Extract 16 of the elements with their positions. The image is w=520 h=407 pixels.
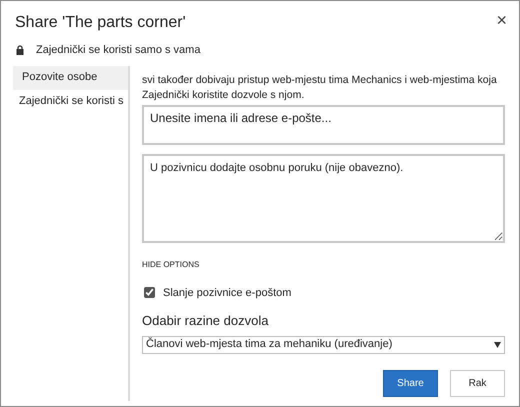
- dropdown-arrow-icon: [494, 342, 501, 348]
- lock-icon: [16, 45, 24, 56]
- permission-label: Odabir razine dozvola: [142, 312, 270, 330]
- checkbox-label: Slanje pozivnice e-poštom: [163, 286, 292, 300]
- cancel-button[interactable]: Rak: [450, 370, 505, 396]
- message-field[interactable]: U pozivnicu dodajte osobnu poruku (nije obavezno).: [142, 154, 505, 242]
- sharing-status: Zajednički se koristi samo s vama: [36, 43, 200, 58]
- permission-dropdown[interactable]: Članovi web-mjesta tima za mehaniku (uređivanje): [142, 336, 505, 354]
- share-button[interactable]: Share: [383, 370, 438, 396]
- hide-options-link[interactable]: HIDE OPTIONS: [142, 258, 200, 270]
- email-invite-checkbox[interactable]: [144, 287, 155, 298]
- sidebar-item[interactable]: Pozovite osobe: [13, 66, 128, 90]
- close-button[interactable]: ×: [496, 11, 507, 29]
- info-text: svi također dobivaju pristup web-mjestu tima Mechanics i web-mjestima koja Zajednički koristite dozvole s njom.: [142, 72, 498, 102]
- dialog-title: Share 'The parts corner': [15, 13, 186, 33]
- names-field[interactable]: Unesite imena ili adrese e-pošte...: [142, 104, 505, 144]
